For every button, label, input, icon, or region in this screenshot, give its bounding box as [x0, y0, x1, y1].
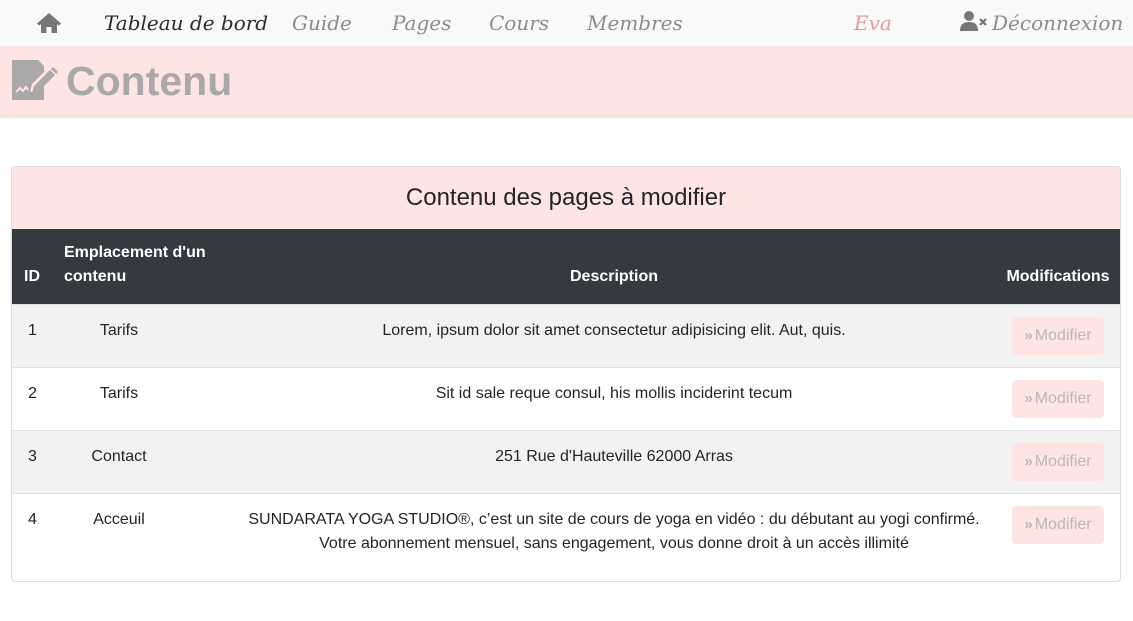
nav-guide[interactable]: Guide: [292, 8, 352, 38]
nav-cours[interactable]: Cours: [489, 8, 549, 38]
table-header-row: ID Emplacement d'un contenu Description …: [12, 229, 1120, 304]
row-location: Acceuil: [93, 510, 145, 528]
card-title: Contenu des pages à modifier: [12, 167, 1120, 229]
user-times-icon: [960, 10, 988, 37]
double-chevron-right-icon: »: [1024, 453, 1033, 470]
row-location: Contact: [91, 447, 147, 465]
row-location: Tarifs: [99, 384, 139, 402]
row-id: 3: [28, 447, 37, 465]
content-card: Contenu des pages à modifier ID Emplacem…: [11, 166, 1121, 582]
row-id: 1: [28, 321, 37, 339]
nav-user-name[interactable]: Eva: [854, 8, 892, 38]
row-description: SUNDARATA YOGA STUDIO®, c’est un site de…: [248, 510, 980, 552]
page-header: Contenu: [0, 46, 1133, 118]
nav-tableau-de-bord[interactable]: Tableau de bord: [104, 8, 268, 38]
modify-button[interactable]: » Modifier: [1012, 316, 1104, 355]
row-id: 2: [28, 384, 37, 402]
double-chevron-right-icon: »: [1024, 390, 1033, 407]
content-table: ID Emplacement d'un contenu Description …: [12, 229, 1120, 581]
logout-label: Déconnexion: [992, 11, 1124, 35]
file-signature-icon: [10, 58, 58, 102]
table-row: 3 Contact 251 Rue d'Hauteville 62000 Arr…: [12, 430, 1120, 493]
column-header-description: Description: [569, 267, 658, 285]
modify-button[interactable]: » Modifier: [1012, 505, 1104, 544]
row-location: Tarifs: [99, 321, 139, 339]
modify-button[interactable]: » Modifier: [1012, 379, 1104, 418]
row-description: Lorem, ipsum dolor sit amet consectetur …: [382, 321, 846, 339]
column-header-id: ID: [24, 267, 40, 285]
row-description: 251 Rue d'Hauteville 62000 Arras: [495, 447, 733, 465]
page-title: Contenu: [66, 58, 233, 104]
row-id: 4: [28, 510, 37, 528]
double-chevron-right-icon: »: [1024, 516, 1033, 533]
table-row: 2 Tarifs Sit id sale reque consul, his m…: [12, 367, 1120, 430]
logout-link[interactable]: Déconnexion: [960, 8, 1123, 38]
table-row: 4 Acceuil SUNDARATA YOGA STUDIO®, c’est …: [12, 493, 1120, 581]
table-row: 1 Tarifs Lorem, ipsum dolor sit amet con…: [12, 304, 1120, 367]
home-icon[interactable]: [36, 11, 62, 35]
modify-button[interactable]: » Modifier: [1012, 442, 1104, 481]
double-chevron-right-icon: »: [1024, 327, 1033, 344]
navbar: Tableau de bord Guide Pages Cours Membre…: [0, 0, 1133, 46]
nav-pages[interactable]: Pages: [392, 8, 451, 38]
row-description: Sit id sale reque consul, his mollis inc…: [435, 384, 793, 402]
nav-membres[interactable]: Membres: [587, 8, 683, 38]
column-header-modifications: Modifications: [1006, 267, 1110, 285]
column-header-location: Emplacement d'un contenu: [64, 243, 206, 285]
